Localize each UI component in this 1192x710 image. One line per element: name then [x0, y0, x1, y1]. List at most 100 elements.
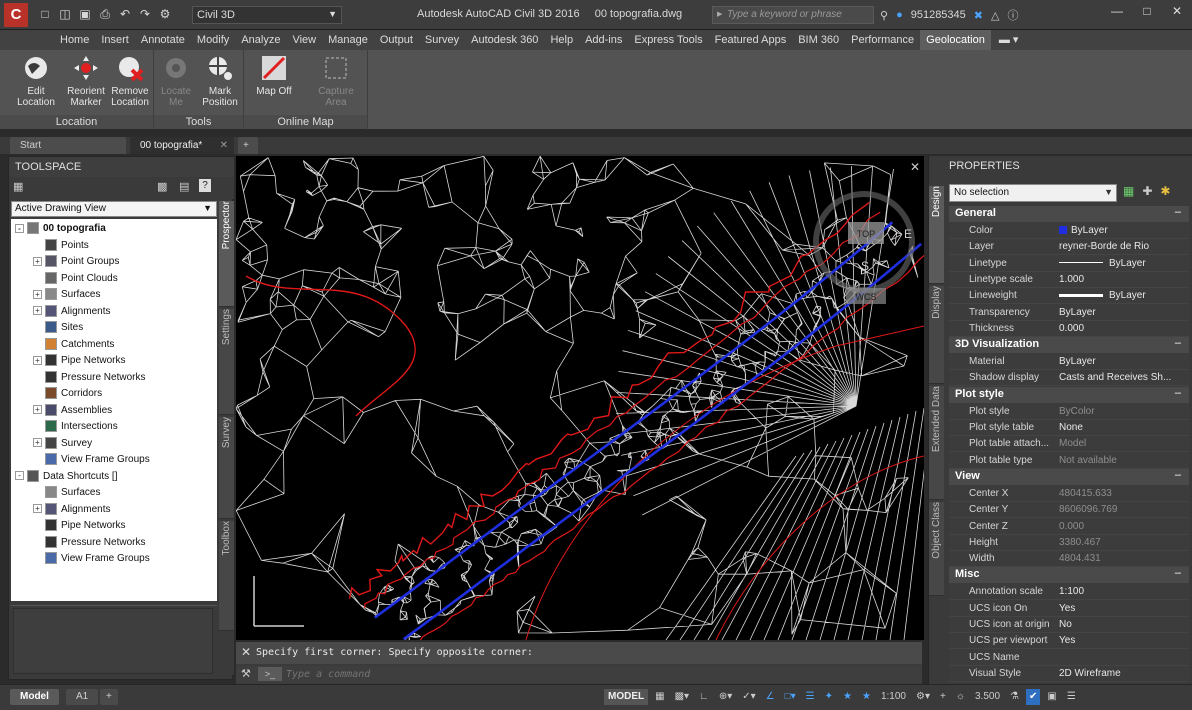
tree-item[interactable]: View Frame Groups [33, 452, 150, 468]
ribbon-tab-view[interactable]: View [286, 30, 322, 50]
collapse-icon[interactable]: – [1175, 469, 1181, 481]
property-row[interactable]: Plot table attach... Model [949, 436, 1189, 453]
property-category[interactable]: 3D Visualization – [949, 337, 1189, 354]
side-tab-survey[interactable]: Survey [219, 417, 234, 519]
edit-location-button[interactable]: Edit Location [14, 54, 58, 108]
hardware-acceleration-icon[interactable]: ✔ [1026, 689, 1041, 705]
collapse-icon[interactable]: – [1175, 337, 1181, 349]
tree-item[interactable]: Point Clouds [33, 271, 118, 287]
tree-item[interactable]: + Alignments [33, 502, 110, 518]
property-row[interactable]: Layer reyner-Borde de Rio [949, 239, 1189, 256]
expand-icon[interactable]: + [33, 289, 42, 299]
ribbon-minimize-icon[interactable]: ▬ ▾ [991, 30, 1027, 50]
side-tab-display[interactable]: Display [929, 286, 944, 384]
model-space-button[interactable]: MODEL [604, 689, 649, 705]
user-icon[interactable]: ● [896, 9, 903, 21]
locate-me-button[interactable]: Locate Me [154, 54, 198, 108]
property-row[interactable]: Annotation scale 1:100 [949, 584, 1189, 601]
tree-item[interactable]: Corridors [33, 386, 102, 402]
expand-icon[interactable]: + [33, 405, 42, 415]
property-row[interactable]: UCS per viewport Yes [949, 633, 1189, 650]
ribbon-tab-geolocation[interactable]: Geolocation [920, 30, 991, 50]
open-icon[interactable]: ◫ [58, 7, 72, 21]
side-tab-design[interactable]: Design [929, 186, 944, 284]
property-row[interactable]: Lineweight ByLayer [949, 288, 1189, 305]
collapse-icon[interactable]: – [1175, 387, 1181, 399]
snap-icon[interactable]: ▩▾ [672, 689, 692, 705]
tree-item[interactable]: Sites [33, 320, 83, 336]
property-row[interactable]: Center X 480415.633 [949, 486, 1189, 502]
property-category[interactable]: Misc – [949, 567, 1189, 584]
tree-item[interactable]: - 00 topografia [15, 221, 106, 237]
units-icon[interactable]: ⚗ [1007, 689, 1022, 705]
save-icon[interactable]: ▣ [78, 7, 92, 21]
tree-item[interactable]: Surfaces [33, 485, 100, 501]
tree-item[interactable]: + Assemblies [33, 403, 112, 419]
isolate-icon[interactable]: ☼ [953, 689, 968, 705]
close-icon[interactable]: ✕ [1162, 0, 1192, 22]
mark-position-button[interactable]: Mark Position [198, 54, 242, 108]
tree-item[interactable]: + Point Groups [33, 254, 119, 270]
grid-icon[interactable]: ▦ [652, 689, 667, 705]
help-icon[interactable]: ? [199, 179, 211, 192]
side-tab-toolbox[interactable]: Toolbox [219, 521, 234, 631]
binoculars-icon[interactable]: ⚲ [880, 9, 888, 22]
minimize-icon[interactable]: — [1102, 0, 1132, 22]
a360-icon[interactable]: △ [991, 9, 999, 22]
clean-screen-icon[interactable]: ▣ [1044, 689, 1059, 705]
property-row[interactable]: Transparency ByLayer [949, 305, 1189, 321]
viewport-close-icon[interactable]: ✕ [910, 160, 920, 174]
ribbon-tab-home[interactable]: Home [54, 30, 95, 50]
expand-icon[interactable]: + [33, 355, 42, 365]
elevation-value[interactable]: 3.500 [972, 689, 1003, 705]
tab-model[interactable]: Model [10, 689, 59, 705]
side-tab-settings[interactable]: Settings [219, 309, 234, 415]
print-icon[interactable]: ⎙ [98, 7, 112, 21]
ribbon-tab-bim-360[interactable]: BIM 360 [792, 30, 845, 50]
gear-icon[interactable]: ⚙ [158, 7, 172, 21]
workspace-select[interactable]: Civil 3D ▼ [192, 6, 342, 24]
exchange-icon[interactable]: ✖ [974, 9, 983, 22]
app-logo-icon[interactable]: C [4, 3, 28, 27]
side-tab-object-class[interactable]: Object Class [929, 502, 944, 596]
drawing-viewport[interactable]: TOP E S WCS ✕ [236, 156, 924, 640]
tree-item[interactable]: View Frame Groups [33, 551, 150, 567]
tab-drawing[interactable]: 00 topografia* ✕ [130, 137, 234, 154]
select-objects-icon[interactable]: ✚ [1142, 184, 1152, 198]
toggle-pickadd-icon[interactable]: ▦ [1123, 184, 1134, 198]
property-row[interactable]: UCS Name [949, 650, 1189, 666]
ribbon-tab-featured-apps[interactable]: Featured Apps [709, 30, 793, 50]
tree-item[interactable]: + Surfaces [33, 287, 100, 303]
ribbon-tab-survey[interactable]: Survey [419, 30, 465, 50]
annotation-scale[interactable]: 1:100 [878, 689, 909, 705]
tree-item[interactable]: Catchments [33, 337, 114, 353]
property-row[interactable]: Plot style table None [949, 420, 1189, 436]
tree-item[interactable]: + Pipe Networks [33, 353, 125, 369]
new-tab-button[interactable]: + [238, 137, 258, 154]
help-icon[interactable]: ⓘ [1007, 7, 1018, 23]
workspace-gear-icon[interactable]: ⚙▾ [913, 689, 933, 705]
ribbon-tab-autodesk-360[interactable]: Autodesk 360 [465, 30, 544, 50]
property-row[interactable]: Width 4804.431 [949, 551, 1189, 568]
osnap-tracking-icon[interactable]: ∠ [763, 689, 778, 705]
tab-layout-a1[interactable]: A1 [66, 689, 99, 705]
collapse-icon[interactable]: - [15, 223, 24, 233]
side-tab-extended-data[interactable]: Extended Data [929, 386, 944, 500]
drawing-canvas[interactable]: TOP E S WCS [236, 156, 924, 640]
ribbon-tab-output[interactable]: Output [374, 30, 419, 50]
add-layout-button[interactable]: + [100, 689, 118, 705]
property-row[interactable]: Linetype scale 1.000 [949, 272, 1189, 288]
property-row[interactable]: Center Z 0.000 [949, 519, 1189, 535]
selection-cycling-icon[interactable]: ✦ [822, 689, 836, 705]
ortho-icon[interactable]: ∟ [696, 689, 712, 705]
toolspace-tree-icon[interactable]: ▩ [157, 180, 167, 193]
close-icon[interactable]: ✕ [241, 645, 251, 659]
lineweight-icon[interactable]: ☰ [803, 689, 818, 705]
tree-item[interactable]: Points [33, 238, 89, 254]
ribbon-tab-manage[interactable]: Manage [322, 30, 374, 50]
ribbon-tab-express-tools[interactable]: Express Tools [628, 30, 708, 50]
tree-item[interactable]: - Data Shortcuts [] [15, 469, 117, 485]
collapse-icon[interactable]: – [1175, 567, 1181, 579]
isodraft-icon[interactable]: ✓▾ [739, 689, 758, 705]
ribbon-tab-insert[interactable]: Insert [95, 30, 135, 50]
